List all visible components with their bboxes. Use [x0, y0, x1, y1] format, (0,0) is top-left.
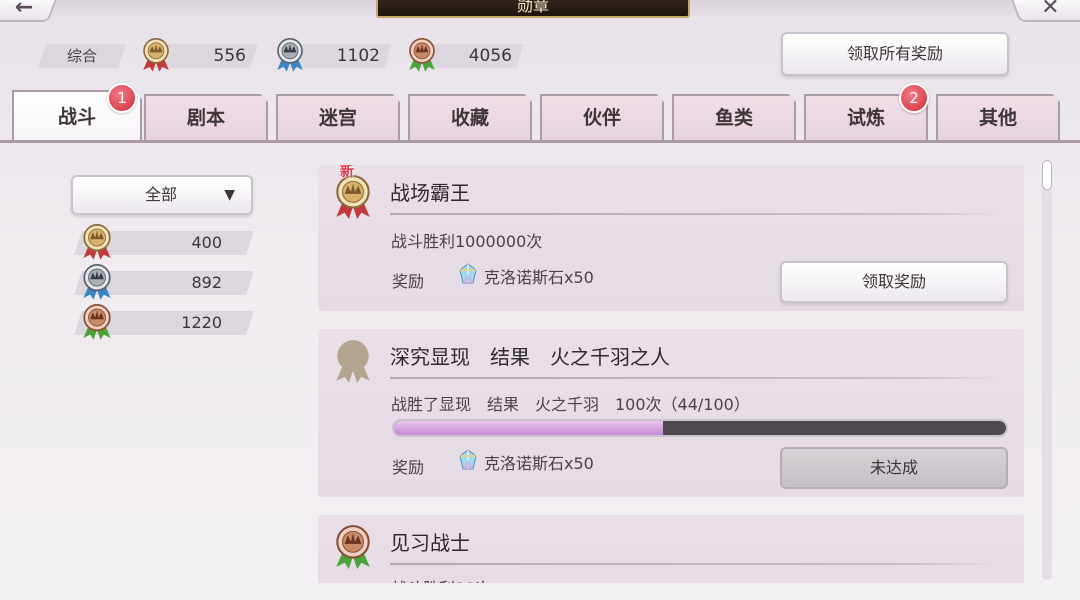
summary-bronze: 4056: [402, 44, 524, 68]
tab-collection[interactable]: 收藏: [408, 94, 532, 140]
silver-count: 892: [191, 273, 222, 292]
summary-bronze-count: 4056: [468, 46, 512, 66]
achievement-title: 见习战士: [390, 531, 470, 555]
reward-label: 奖励: [392, 458, 425, 477]
bronze-medal-icon: [332, 523, 374, 569]
achievement-desc: 战胜了显现 结果 火之千羽 100次（44/100）: [391, 395, 750, 414]
back-button[interactable]: ←: [0, 0, 60, 22]
claim-reward-button[interactable]: 领取奖励: [780, 261, 1008, 303]
tab-labyrinth[interactable]: 迷宫: [276, 94, 400, 140]
new-badge: 新: [340, 165, 354, 180]
chevron-down-icon: ▼: [224, 187, 235, 203]
bronze-count-row: 1220: [74, 311, 254, 335]
achievement-title: 战场霸王: [390, 181, 470, 205]
tab-fish[interactable]: 鱼类: [672, 94, 796, 140]
crystal-icon: [458, 263, 478, 285]
tab-story[interactable]: 剧本: [144, 94, 268, 140]
tab-other[interactable]: 其他: [936, 94, 1060, 140]
tab-trial-badge: 2: [899, 83, 929, 113]
filter-selected-value: 全部: [145, 185, 178, 204]
summary-label-text: 综合: [66, 47, 97, 65]
crystal-icon: [458, 449, 478, 471]
reward-text: 克洛诺斯石x50: [484, 268, 594, 287]
summary-silver-count: 1102: [336, 46, 380, 66]
list-scrollbar[interactable]: [1042, 160, 1052, 580]
scrollbar-thumb[interactable]: [1042, 160, 1052, 190]
divider: [390, 377, 1000, 379]
gold-medal-icon: [140, 36, 172, 72]
silver-count-row: 892: [74, 271, 254, 295]
claim-all-button[interactable]: 领取所有奖励: [781, 32, 1009, 76]
silver-medal-icon: [80, 262, 114, 300]
achievement-desc: 战斗胜利1000000次: [391, 232, 543, 251]
not-achieved-button[interactable]: 未达成: [780, 447, 1008, 489]
achievement-card: 见习战士 战斗胜利10次: [318, 515, 1024, 583]
achievement-desc: 战斗胜利10次: [391, 575, 491, 583]
tab-battle-badge: 1: [107, 83, 137, 113]
bronze-medal-icon: [406, 36, 438, 72]
reward-text: 克洛诺斯石x50: [484, 454, 594, 473]
page-title: 勋章: [376, 0, 690, 18]
bronze-count: 1220: [181, 313, 222, 332]
gold-medal-icon: [80, 222, 114, 260]
summary-silver: 1102: [270, 44, 392, 68]
gold-count-row: 400: [74, 231, 254, 255]
silver-medal-icon: [274, 36, 306, 72]
summary-gold: 556: [136, 44, 258, 68]
progress-fill: [394, 421, 664, 435]
filter-dropdown[interactable]: 全部 ▼: [71, 175, 253, 215]
back-arrow-icon: ←: [14, 0, 34, 20]
summary-gold-count: 556: [213, 46, 246, 66]
achievement-list[interactable]: 新 战场霸王 战斗胜利1000000次 奖励 克洛诺斯石x50 领取奖励 深究显…: [318, 165, 1024, 583]
bronze-medal-icon: [80, 302, 114, 340]
tab-underline: [0, 140, 1080, 143]
divider: [390, 213, 1000, 215]
reward-label: 奖励: [392, 272, 425, 291]
achievement-title: 深究显现 结果 火之千羽之人: [390, 345, 670, 369]
summary-label: 综合: [38, 44, 126, 68]
divider: [390, 563, 1000, 565]
tab-companion[interactable]: 伙伴: [540, 94, 664, 140]
gold-count: 400: [191, 233, 222, 252]
achievement-card: 深究显现 结果 火之千羽之人 战胜了显现 结果 火之千羽 100次（44/100…: [318, 329, 1024, 497]
achievement-card: 新 战场霸王 战斗胜利1000000次 奖励 克洛诺斯石x50 领取奖励: [318, 165, 1024, 311]
progress-bar: [392, 419, 1008, 437]
close-button[interactable]: ✕: [1008, 0, 1080, 22]
close-icon: ✕: [1040, 0, 1060, 20]
locked-medal-icon: [332, 337, 374, 383]
